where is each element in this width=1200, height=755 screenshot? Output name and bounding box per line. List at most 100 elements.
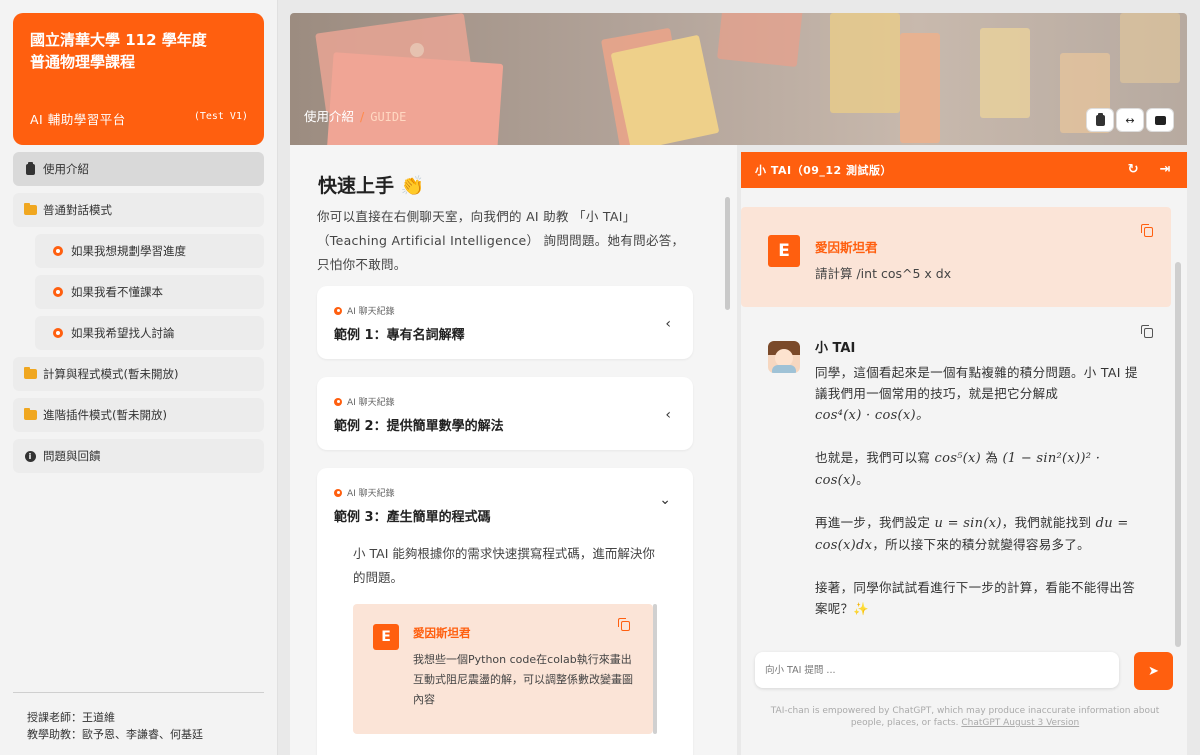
model-version-link[interactable]: ChatGPT August 3 Version <box>961 718 1079 728</box>
avatar: E <box>373 624 399 650</box>
platform-subtitle: AI 輔助學習平台 <box>30 112 126 127</box>
breadcrumb-current: 使用介紹 <box>304 109 355 124</box>
chevron-left-icon[interactable]: ‹ <box>665 316 671 332</box>
clipboard-button[interactable] <box>1087 109 1113 131</box>
card-title: 範例 2：提供簡單數學的解法 <box>334 419 504 434</box>
chevron-left-icon[interactable]: ‹ <box>665 407 671 423</box>
user-name: 愛因斯坦君 <box>815 240 878 255</box>
guide-content: 快速上手 👏 你可以直接在右側聊天室，向我們的 AI 助教 「小 TAI」（Te… <box>290 145 737 755</box>
comment-icon <box>1154 115 1166 125</box>
example-card-3[interactable]: AI 聊天紀錄 範例 3：產生簡單的程式碼 ⌄ 小 TAI 能夠根據你的需求快速… <box>317 468 693 755</box>
chat-icon <box>49 328 67 338</box>
view-toolbar: ↔ <box>1087 109 1173 131</box>
disclaimer: TAI-chan is empowered by ChatGPT, which … <box>770 706 1160 728</box>
card-title: 範例 1：專有名詞解釋 <box>334 328 465 343</box>
chat-icon <box>334 488 342 497</box>
card-title: 範例 3：產生簡單的程式碼 <box>334 510 491 525</box>
user-name: 愛因斯坦君 <box>413 626 471 640</box>
sticky-note <box>717 13 803 68</box>
breadcrumb-sub: GUIDE <box>370 110 407 124</box>
sidebar-item-plan-study[interactable]: 如果我想規劃學習進度 <box>35 234 264 268</box>
export-icon[interactable]: ⇥ <box>1160 162 1171 177</box>
bot-message-text: 同學，這個看起來是一個有點複雜的積分問題。小 TAI 提議我們用一個常用的技巧，… <box>815 365 1138 616</box>
sidebar-item-label: 如果我想規劃學習進度 <box>71 244 186 258</box>
card-tag: AI 聊天紀錄 <box>334 395 395 408</box>
sidebar-item-discussion[interactable]: 如果我希望找人討論 <box>35 316 264 350</box>
sidebar-item-chat-mode[interactable]: 普通對話模式 <box>13 193 264 227</box>
chat-icon <box>334 397 342 406</box>
message-text: 請計算 /int cos^5 x dx <box>815 266 952 281</box>
sidebar-item-label: 如果我希望找人討論 <box>71 326 175 340</box>
clap-emoji: 👏 <box>400 175 425 197</box>
breadcrumb-separator: / <box>360 109 365 124</box>
sidebar-item-label: 計算與程式模式(暫未開放) <box>43 367 179 381</box>
sidebar-item-compute-mode[interactable]: 計算與程式模式(暫未開放) <box>13 357 264 391</box>
chevron-down-icon[interactable]: ⌄ <box>659 492 671 508</box>
folder-icon <box>21 408 39 420</box>
intro-text: 你可以直接在右側聊天室，向我們的 AI 助教 「小 TAI」（Teaching … <box>317 209 685 272</box>
avatar: E <box>768 235 800 267</box>
clipboard-icon <box>1095 112 1105 126</box>
hero-banner: 使用介紹 / GUIDE ↔ <box>290 13 1187 145</box>
sidebar-item-guide[interactable]: 使用介紹 <box>13 152 264 186</box>
toggle-chat-button[interactable] <box>1147 109 1173 131</box>
chat-bot-message: 小 TAI 同學，這個看起來是一個有點複雜的積分問題。小 TAI 提議我們用一個… <box>741 312 1171 634</box>
folder-icon <box>21 203 39 215</box>
sidebar-item-label: 使用介紹 <box>43 162 89 176</box>
chat-icon <box>49 287 67 297</box>
example-card-2[interactable]: AI 聊天紀錄 範例 2：提供簡單數學的解法 ‹ <box>317 377 693 450</box>
copy-icon[interactable] <box>1141 224 1153 237</box>
sidebar: 國立清華大學 112 學年度 普通物理學課程 AI 輔助學習平台 (Test V… <box>0 0 278 755</box>
chat-icon <box>334 306 342 315</box>
brand-header: 國立清華大學 112 學年度 普通物理學課程 AI 輔助學習平台 (Test V… <box>13 13 264 145</box>
send-button[interactable]: ➤ <box>1134 652 1173 690</box>
sticky-note <box>326 52 504 145</box>
inner-scrollbar[interactable] <box>653 604 657 734</box>
message-text: 我想些一個Python code在colab執行來畫出互動式阻尼震盪的解，可以調… <box>413 653 633 706</box>
arrows-horizontal-icon: ↔ <box>1125 113 1135 127</box>
copy-icon[interactable] <box>1141 325 1153 338</box>
content-scrollbar[interactable] <box>725 197 730 310</box>
sticky-note <box>980 28 1030 118</box>
bot-name: 小 TAI <box>815 341 856 356</box>
card-tag: AI 聊天紀錄 <box>334 486 395 499</box>
chat-title: 小 TAI（09_12 測試版） <box>755 164 893 177</box>
chat-icon <box>49 246 67 256</box>
sidebar-item-label: 如果我看不懂課本 <box>71 285 163 299</box>
sidebar-item-feedback[interactable]: i 問題與回饋 <box>13 439 264 473</box>
sidebar-item-textbook[interactable]: 如果我看不懂課本 <box>35 275 264 309</box>
example-card-1[interactable]: AI 聊天紀錄 範例 1：專有名詞解釋 ‹ <box>317 286 693 359</box>
sidebar-footer: 授課老師：王道維 教學助教：歐予恩、李謙睿、何基廷 <box>13 692 264 755</box>
chat-user-message: E 愛因斯坦君 請計算 /int cos^5 x dx <box>741 207 1171 307</box>
sidebar-nav: 使用介紹 普通對話模式 如果我想規劃學習進度 如果我看不懂課本 如果我希望找人討… <box>13 152 264 480</box>
card-tag: AI 聊天紀錄 <box>334 304 395 317</box>
page-title: 快速上手 👏 <box>318 175 425 197</box>
breadcrumb: 使用介紹 / GUIDE <box>304 106 406 125</box>
clipboard-icon <box>21 161 39 175</box>
sidebar-item-plugin-mode[interactable]: 進階插件模式(暫未開放) <box>13 398 264 432</box>
info-icon: i <box>21 450 39 462</box>
sticky-note <box>610 34 720 145</box>
example-user-message: E 愛因斯坦君 我想些一個Python code在colab執行來畫出互動式阻尼… <box>353 604 653 734</box>
version-label: (Test V1) <box>193 111 248 122</box>
teacher-label: 授課老師：王道維 <box>27 711 115 724</box>
folder-icon <box>21 367 39 379</box>
course-title: 國立清華大學 112 學年度 普通物理學課程 <box>30 31 207 71</box>
copy-icon[interactable] <box>618 618 630 631</box>
sidebar-item-label: 進階插件模式(暫未開放) <box>43 408 167 422</box>
assistants-label: 教學助教：歐予恩、李謙睿、何基廷 <box>27 728 203 741</box>
chat-input[interactable] <box>755 652 1119 688</box>
card-description: 小 TAI 能夠根據你的需求快速撰寫程式碼，進而解決你的問題。 <box>353 546 655 585</box>
pushpin <box>410 43 424 57</box>
sticky-note <box>1120 13 1180 83</box>
sidebar-item-label: 普通對話模式 <box>43 203 112 217</box>
sticky-note <box>830 13 900 113</box>
refresh-icon[interactable]: ↻ <box>1128 162 1139 177</box>
paper-plane-icon: ➤ <box>1148 663 1159 679</box>
sticky-note <box>900 33 940 143</box>
sidebar-item-label: 問題與回饋 <box>43 449 101 463</box>
chat-scrollbar[interactable] <box>1175 262 1181 647</box>
expand-width-button[interactable]: ↔ <box>1117 109 1143 131</box>
chat-header: 小 TAI（09_12 測試版） ↻ ⇥ <box>741 152 1187 188</box>
bot-avatar <box>768 341 800 373</box>
